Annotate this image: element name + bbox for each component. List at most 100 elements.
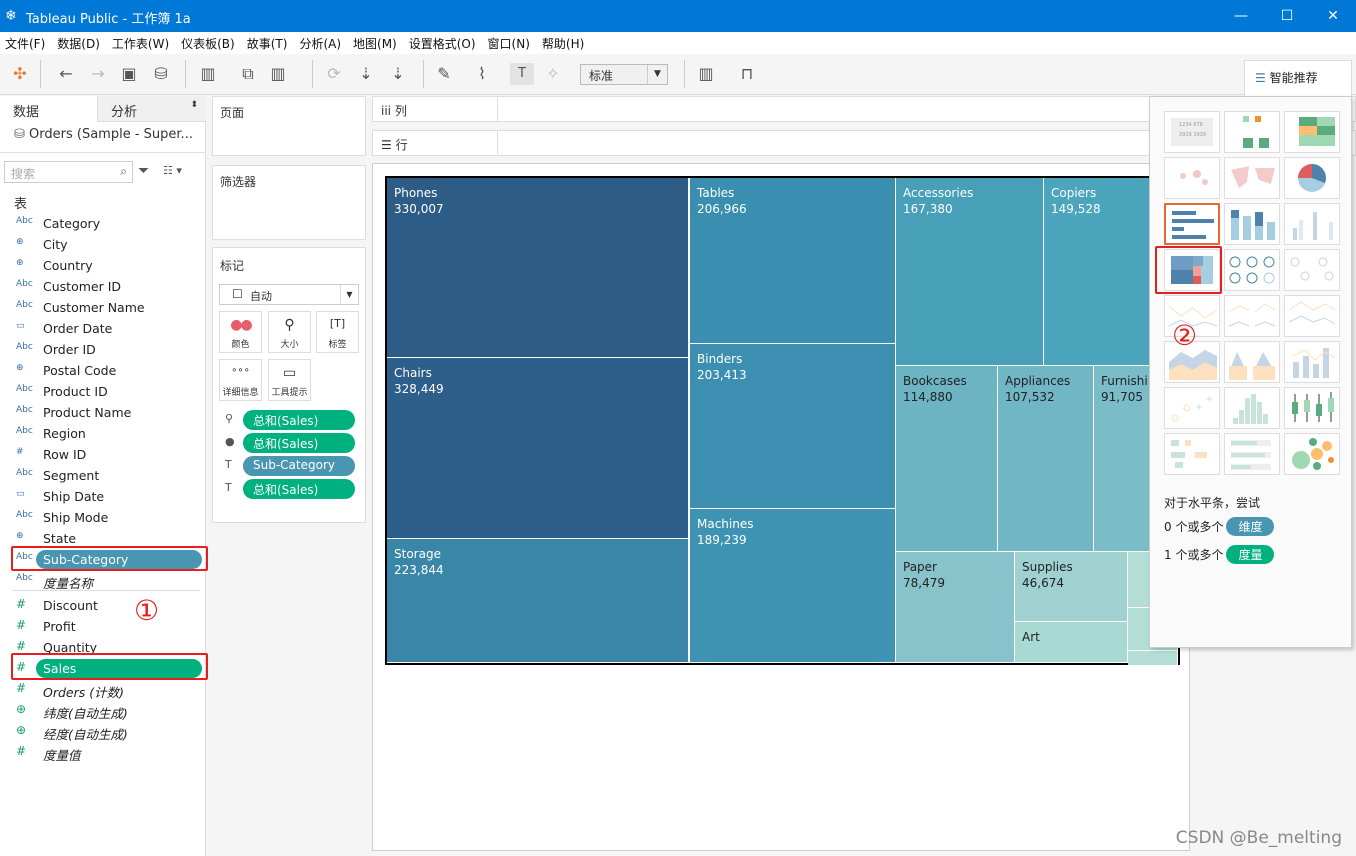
presentation-icon[interactable]: ⊓	[735, 63, 759, 85]
measure-0[interactable]: # Discount	[0, 595, 206, 616]
showme-lines-discrete-icon[interactable]	[1224, 295, 1280, 337]
tab-analysis[interactable]: 分析 ⬍	[97, 96, 206, 122]
showme-highlight-table-icon[interactable]	[1284, 111, 1340, 153]
filters-shelf[interactable]: 筛选器	[212, 165, 366, 240]
field-10[interactable]: Abc Region	[0, 423, 206, 444]
showme-heat-map-icon[interactable]	[1224, 111, 1280, 153]
filter-icon[interactable]: ⏷	[138, 163, 149, 179]
color-button[interactable]: ●● 颜色	[219, 311, 262, 353]
minimize-button[interactable]: —	[1218, 4, 1264, 28]
showme-area-discrete-icon[interactable]	[1224, 341, 1280, 383]
menu-data[interactable]: 数据(D)	[52, 32, 107, 52]
showme-circle-views-icon[interactable]	[1224, 249, 1280, 291]
highlight-icon[interactable]: ✎	[432, 63, 456, 85]
swap-icon[interactable]: ⟳	[322, 63, 346, 85]
menu-window[interactable]: 窗口(N)	[483, 32, 537, 52]
menu-dashboard[interactable]: 仪表板(B)	[176, 32, 242, 52]
treemap-cell[interactable]: Phones 330,007	[387, 178, 689, 358]
showme-scatter-plot-icon[interactable]: + +	[1164, 387, 1220, 429]
field-17[interactable]: Abc 度量名称	[0, 570, 206, 591]
treemap-cell[interactable]: Bookcases 114,880	[896, 366, 998, 552]
treemap-cell[interactable]: Supplies 46,674	[1015, 552, 1128, 622]
show-labels-icon[interactable]: T	[510, 63, 534, 85]
sort-ascending-icon[interactable]: ⇣	[354, 63, 378, 85]
menu-worksheet[interactable]: 工作表(W)	[107, 32, 176, 52]
pin-icon[interactable]: ✧	[541, 63, 565, 85]
mark-type-select[interactable]: ☐ 自动 ▼	[219, 284, 359, 305]
fit-select[interactable]: 标准 ▼	[580, 64, 668, 85]
field-11[interactable]: # Row ID	[0, 444, 206, 465]
show-cards-icon[interactable]: ▥	[694, 63, 718, 85]
field-12[interactable]: Abc Segment	[0, 465, 206, 486]
menu-format[interactable]: 设置格式(O)	[404, 32, 483, 52]
field-0[interactable]: Abc Category	[0, 213, 206, 234]
view-list-icon[interactable]: ☷ ▾	[163, 164, 182, 177]
field-6[interactable]: Abc Order ID	[0, 339, 206, 360]
maximize-button[interactable]: ☐	[1264, 4, 1310, 28]
showme-text-table-icon[interactable]: 1234 678 2929 2939	[1164, 111, 1220, 153]
menu-analysis[interactable]: 分析(A)	[294, 32, 348, 52]
new-worksheet-icon[interactable]: ▥	[196, 63, 220, 85]
undo-icon[interactable]: ←	[54, 63, 78, 85]
treemap-cell[interactable]: Binders 203,413	[690, 344, 896, 509]
new-datasource-icon[interactable]: ⛁	[149, 63, 173, 85]
detail-button[interactable]: ∘∘∘ 详细信息	[219, 359, 262, 401]
marks-pill[interactable]: 总和(Sales)	[243, 479, 355, 499]
field-1[interactable]: ⊕ City	[0, 234, 206, 255]
marks-pill[interactable]: 总和(Sales)	[243, 433, 355, 453]
field-4[interactable]: Abc Customer Name	[0, 297, 206, 318]
sort-descending-icon[interactable]: ⇣	[386, 63, 410, 85]
showme-pie-chart-icon[interactable]	[1284, 157, 1340, 199]
search-input[interactable]: 搜索 ⌕	[4, 161, 133, 183]
showme-histogram-icon[interactable]	[1224, 387, 1280, 429]
close-button[interactable]: ✕	[1310, 4, 1356, 28]
treemap-cell[interactable]: Machines 189,239	[690, 509, 896, 663]
datasource[interactable]: ⛁ Orders (Sample - Super...	[14, 127, 193, 142]
treemap-cell[interactable]: Appliances 107,532	[998, 366, 1094, 552]
field-9[interactable]: Abc Product Name	[0, 402, 206, 423]
showme-bullet-graph-icon[interactable]	[1224, 433, 1280, 475]
measure-6[interactable]: ⊕ 经度(自动生成)	[0, 721, 206, 742]
field-14[interactable]: Abc Ship Mode	[0, 507, 206, 528]
tab-data[interactable]: 数据	[0, 96, 97, 122]
pages-shelf[interactable]: 页面	[212, 96, 366, 156]
treemap-cell[interactable]: Art	[1015, 622, 1128, 663]
showme-side-by-side-circles-icon[interactable]	[1284, 249, 1340, 291]
group-icon[interactable]: ⌇	[470, 63, 494, 85]
treemap-cell[interactable]: Accessories 167,380	[896, 178, 1044, 366]
field-5[interactable]: ▭ Order Date	[0, 318, 206, 339]
showme-dual-combination-icon[interactable]	[1284, 341, 1340, 383]
field-7[interactable]: ⊕ Postal Code	[0, 360, 206, 381]
showme-stacked-bars-icon[interactable]	[1224, 203, 1280, 245]
tableau-home-icon[interactable]: ✣	[8, 63, 32, 85]
measure-7[interactable]: # 度量值	[0, 742, 206, 763]
showme-symbol-map-icon[interactable]	[1164, 157, 1220, 199]
label-button[interactable]: [T] 标签	[316, 311, 359, 353]
measure-4[interactable]: # Orders (计数)	[0, 679, 206, 700]
treemap-cell[interactable]: Storage 223,844	[387, 539, 689, 663]
treemap-cell[interactable]: Paper 78,479	[896, 552, 1015, 663]
field-13[interactable]: ▭ Ship Date	[0, 486, 206, 507]
showme-box-whisker-icon[interactable]	[1284, 387, 1340, 429]
menu-help[interactable]: 帮助(H)	[537, 32, 591, 52]
field-8[interactable]: Abc Product ID	[0, 381, 206, 402]
menu-file[interactable]: 文件(F)	[0, 32, 52, 52]
showme-tab[interactable]: ☰ 智能推荐	[1244, 60, 1352, 96]
marks-pill[interactable]: Sub-Category	[243, 456, 355, 476]
duplicate-sheet-icon[interactable]: ⧉	[236, 63, 260, 85]
field-3[interactable]: Abc Customer ID	[0, 276, 206, 297]
showme-horizontal-bars-icon[interactable]	[1164, 203, 1220, 245]
treemap-cell[interactable]: Chairs 328,449	[387, 358, 689, 539]
size-button[interactable]: ⚲ 大小	[268, 311, 311, 353]
clear-sheet-icon[interactable]: ▥	[266, 63, 290, 85]
menu-map[interactable]: 地图(M)	[348, 32, 404, 52]
showme-side-by-side-bars-icon[interactable]	[1284, 203, 1340, 245]
treemap-cell[interactable]: Tables 206,966	[690, 178, 896, 344]
showme-gantt-icon[interactable]	[1164, 433, 1220, 475]
measure-5[interactable]: ⊕ 纬度(自动生成)	[0, 700, 206, 721]
showme-dual-lines-icon[interactable]	[1284, 295, 1340, 337]
menu-story[interactable]: 故事(T)	[242, 32, 295, 52]
treemap-cell[interactable]	[1128, 651, 1178, 666]
redo-icon[interactable]: →	[86, 63, 110, 85]
measure-1[interactable]: # Profit	[0, 616, 206, 637]
